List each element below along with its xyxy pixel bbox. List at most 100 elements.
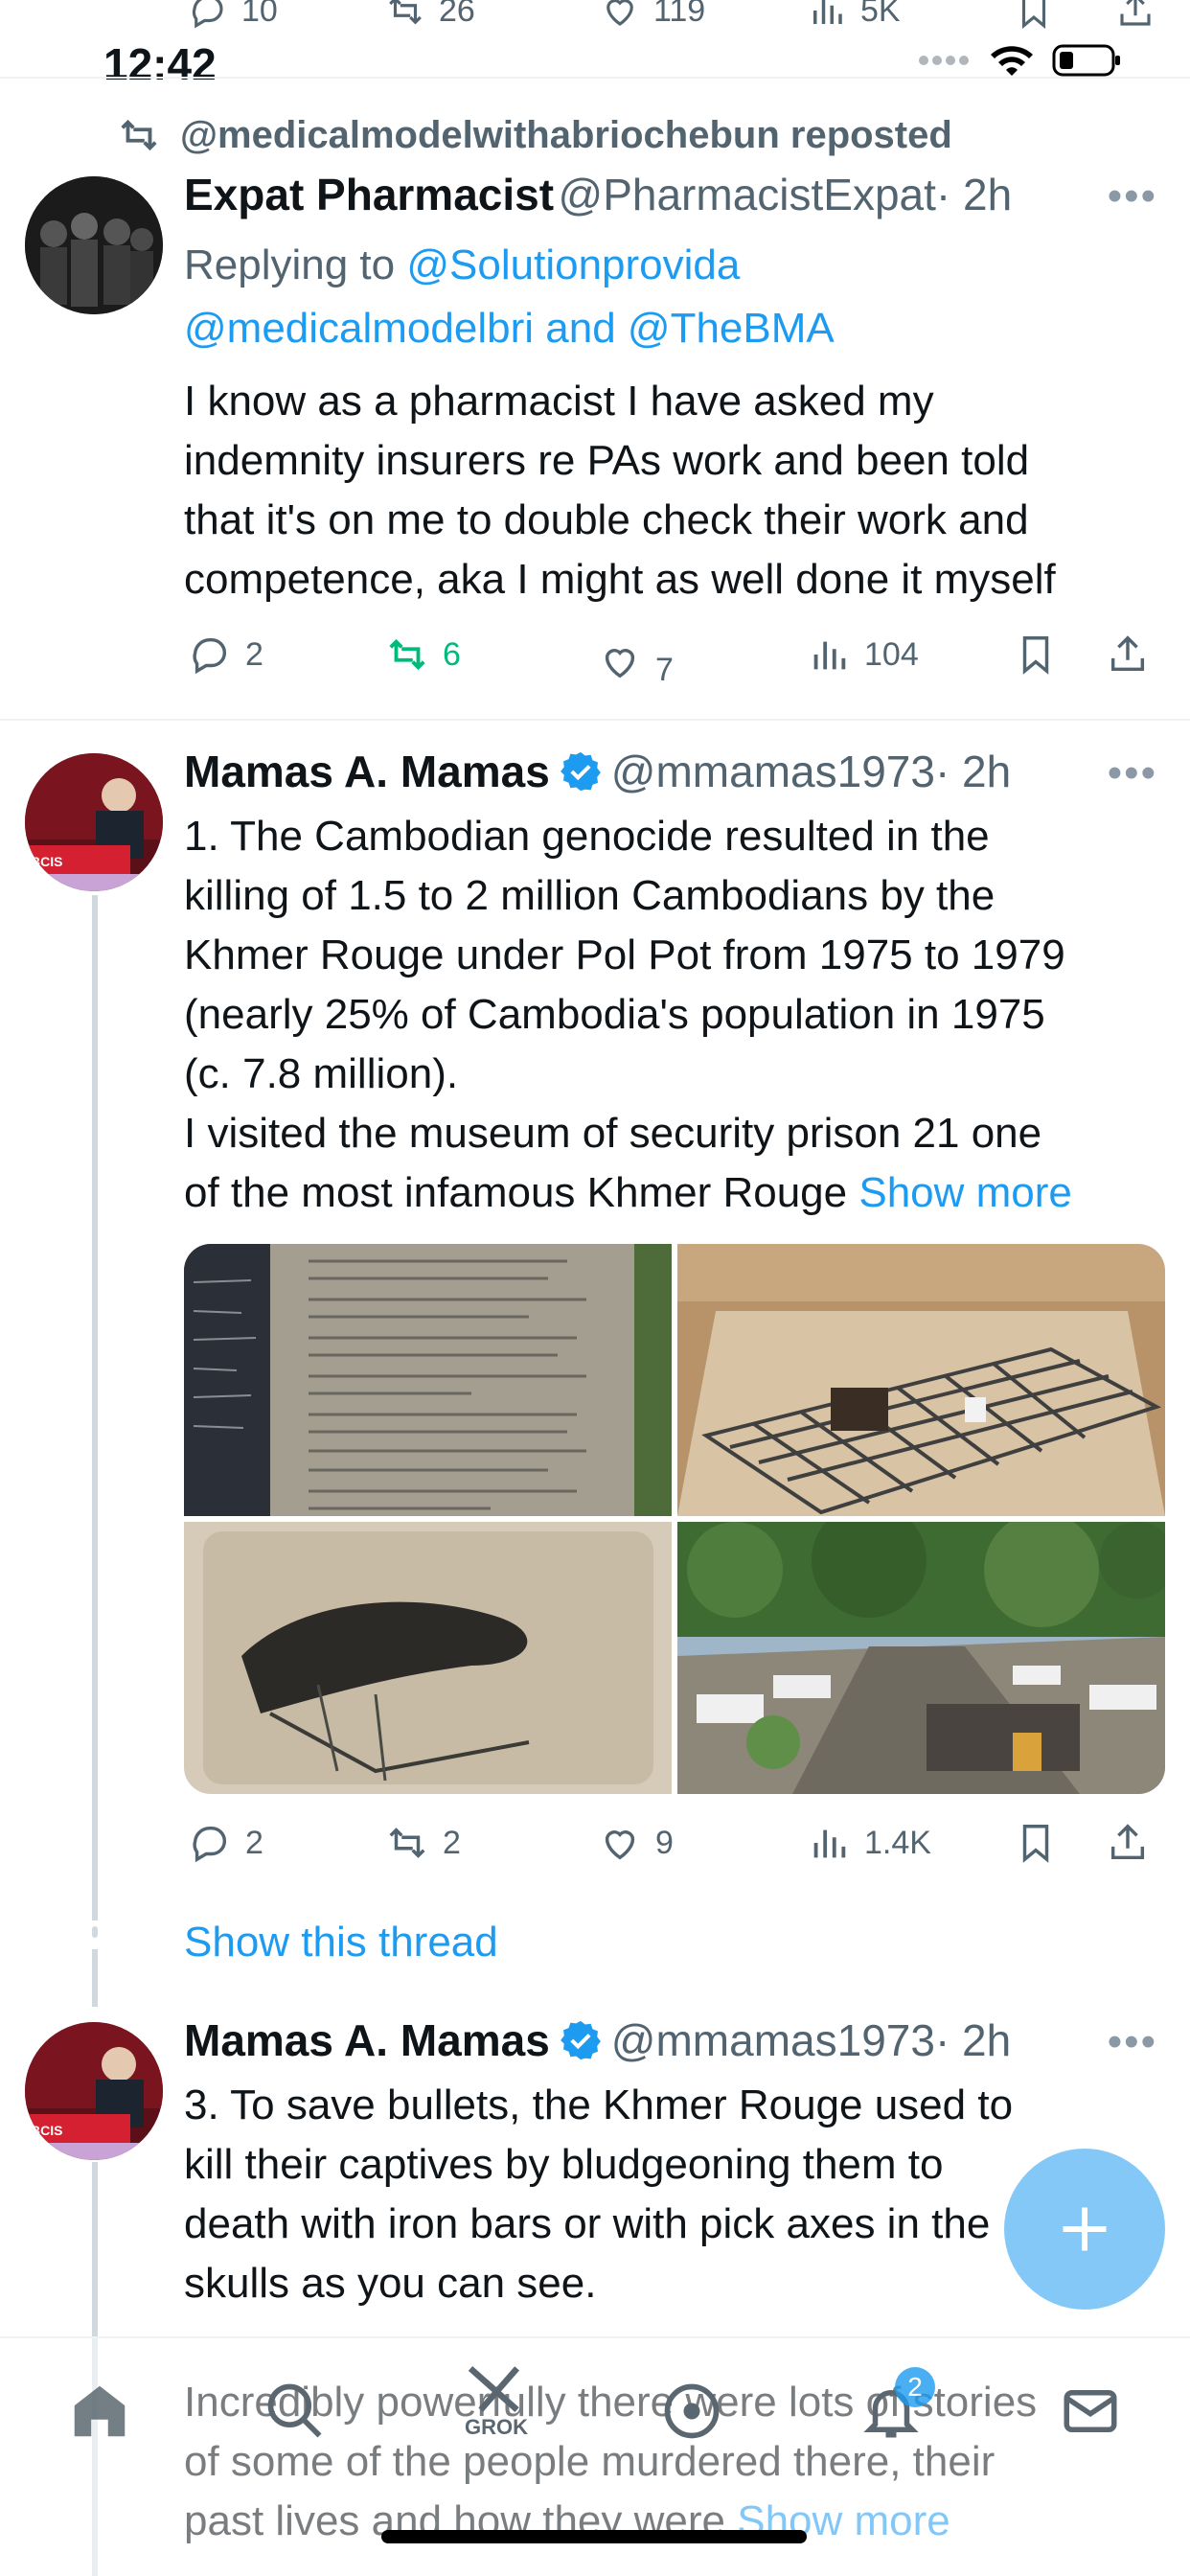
photo-iron-bed bbox=[677, 1244, 1165, 1516]
timestamp[interactable]: · 2h bbox=[935, 2014, 1011, 2066]
text-line: (c. 7.8 million). bbox=[184, 1050, 459, 1097]
mention-and[interactable]: and bbox=[545, 305, 615, 352]
bookmark-prev[interactable] bbox=[1014, 0, 1054, 31]
media-photo-stain[interactable] bbox=[184, 1522, 672, 1794]
avatar[interactable]: BCIS bbox=[25, 753, 163, 891]
tweet-text[interactable]: I know as a pharmacist I have asked my i… bbox=[184, 372, 1171, 610]
grok-label: GROK bbox=[465, 2415, 528, 2439]
show-thread-link[interactable]: Show this thread bbox=[184, 1919, 498, 1966]
share-icon bbox=[1110, 1824, 1145, 1860]
heart-icon bbox=[605, 1830, 635, 1860]
handle[interactable]: @PharmacistExpat bbox=[559, 170, 936, 219]
thread-dots bbox=[92, 1926, 98, 1938]
views-count: 1.4K bbox=[864, 1824, 931, 1861]
display-name[interactable]: Mamas A. Mamas bbox=[184, 2014, 550, 2066]
share-icon bbox=[1120, 0, 1151, 26]
text-line: I know as a pharmacist I have asked my bbox=[184, 378, 934, 425]
nav-search[interactable] bbox=[257, 2373, 333, 2450]
timestamp[interactable]: · 2h bbox=[936, 170, 1012, 219]
grok-icon bbox=[468, 2365, 520, 2413]
media-photo-bed[interactable] bbox=[677, 1244, 1165, 1516]
views-icon bbox=[813, 0, 842, 24]
reply-button[interactable]: 2 bbox=[188, 632, 263, 677]
search-icon bbox=[267, 2383, 322, 2438]
more-options-icon[interactable]: ••• bbox=[1108, 2018, 1157, 2066]
divider bbox=[0, 77, 1190, 79]
text-line: of the most infamous Khmer Rouge bbox=[184, 1169, 848, 1216]
media-photo-graves[interactable] bbox=[677, 1522, 1165, 1794]
handle[interactable]: @mmamas1973 bbox=[611, 746, 935, 797]
wifi-icon bbox=[991, 46, 1033, 76]
tweet-header: Mamas A. Mamas @mmamas1973 · 2h bbox=[184, 2014, 1011, 2066]
show-more-link[interactable]: Show more bbox=[858, 1169, 1072, 1216]
mail-icon bbox=[1064, 2390, 1117, 2432]
repost-count: 26 bbox=[439, 0, 475, 29]
repost-button[interactable]: 2 bbox=[385, 1821, 461, 1865]
nav-grok[interactable]: GROK bbox=[458, 2363, 535, 2440]
repost-count: 6 bbox=[443, 635, 461, 673]
like-button[interactable]: 7 bbox=[598, 632, 674, 689]
avatar[interactable] bbox=[25, 176, 163, 314]
repost-count-prev[interactable]: 26 bbox=[385, 0, 475, 31]
nav-home[interactable] bbox=[61, 2373, 138, 2450]
repost-icon bbox=[121, 119, 157, 151]
more-options-icon[interactable]: ••• bbox=[1108, 172, 1157, 220]
nav-messages[interactable] bbox=[1052, 2373, 1129, 2450]
like-count-prev[interactable]: 119 bbox=[600, 0, 705, 31]
views-button[interactable]: 1.4K bbox=[807, 1821, 931, 1865]
compose-button[interactable] bbox=[1004, 2149, 1165, 2310]
share-button[interactable] bbox=[1106, 1821, 1150, 1865]
share-icon bbox=[1110, 635, 1145, 672]
bookmark-button[interactable] bbox=[1014, 632, 1058, 677]
heart-icon bbox=[605, 648, 635, 678]
reply-count: 2 bbox=[245, 1824, 263, 1861]
share-button[interactable] bbox=[1106, 632, 1150, 677]
divider bbox=[0, 719, 1190, 721]
views-icon bbox=[813, 1829, 846, 1858]
mention-link[interactable]: @Solutionprovida bbox=[406, 242, 740, 288]
views-count: 5K bbox=[860, 0, 901, 29]
text-line: 3. To save bullets, the Khmer Rouge used… bbox=[184, 2082, 1014, 2128]
heart-icon bbox=[606, 0, 633, 26]
tweet-header: Expat Pharmacist @PharmacistExpat· 2h bbox=[184, 169, 1012, 220]
timestamp[interactable]: · 2h bbox=[935, 746, 1011, 797]
nav-communities[interactable] bbox=[653, 2373, 730, 2450]
bookmark-button[interactable] bbox=[1014, 1821, 1058, 1865]
text-line: (nearly 25% of Cambodia's population in … bbox=[184, 991, 1045, 1038]
photo-rules-board bbox=[184, 1244, 672, 1516]
mention-link[interactable]: @medicalmodelbri bbox=[184, 305, 534, 352]
text-line: 1. The Cambodian genocide resulted in th… bbox=[184, 813, 990, 860]
handle[interactable]: @mmamas1973 bbox=[611, 2014, 935, 2066]
tweet-actions: 2 6 7 104 bbox=[184, 623, 1161, 690]
share-prev[interactable] bbox=[1115, 0, 1156, 31]
verified-badge-icon bbox=[560, 2020, 601, 2060]
nav-notifications[interactable]: 2 bbox=[853, 2367, 935, 2450]
mention-link[interactable]: @TheBMA bbox=[628, 305, 835, 352]
text-line: that it's on me to double check their wo… bbox=[184, 496, 1029, 543]
repost-button[interactable]: 6 bbox=[385, 632, 461, 677]
views-count: 104 bbox=[864, 635, 919, 673]
like-count: 119 bbox=[653, 0, 706, 29]
repost-icon bbox=[389, 1828, 425, 1858]
views-count-prev[interactable]: 5K bbox=[807, 0, 901, 31]
tweet-header: Mamas A. Mamas @mmamas1973 · 2h bbox=[184, 746, 1011, 797]
repost-banner-text: @medicalmodelwithabriochebun reposted bbox=[180, 113, 952, 156]
reply-count-prev[interactable]: 10 bbox=[188, 0, 278, 31]
tweet-text[interactable]: 1. The Cambodian genocide resulted in th… bbox=[184, 807, 1180, 1223]
views-button[interactable]: 104 bbox=[807, 632, 919, 677]
avatar-photo bbox=[25, 176, 163, 314]
bookmark-icon bbox=[1022, 636, 1049, 675]
more-options-icon[interactable]: ••• bbox=[1108, 749, 1157, 797]
avatar-photo: BCIS bbox=[25, 2022, 163, 2160]
repost-banner[interactable]: @medicalmodelwithabriochebun reposted bbox=[117, 113, 952, 157]
like-button[interactable]: 9 bbox=[598, 1821, 674, 1865]
communities-icon bbox=[664, 2383, 720, 2439]
reply-button[interactable]: 2 bbox=[188, 1821, 263, 1865]
display-name[interactable]: Mamas A. Mamas bbox=[184, 746, 550, 797]
media-photo-rules[interactable] bbox=[184, 1244, 672, 1516]
like-count: 7 bbox=[655, 652, 674, 688]
avatar[interactable]: BCIS bbox=[25, 2022, 163, 2160]
views-icon bbox=[813, 641, 846, 670]
repost-count: 2 bbox=[443, 1824, 461, 1861]
display-name[interactable]: Expat Pharmacist bbox=[184, 170, 554, 219]
